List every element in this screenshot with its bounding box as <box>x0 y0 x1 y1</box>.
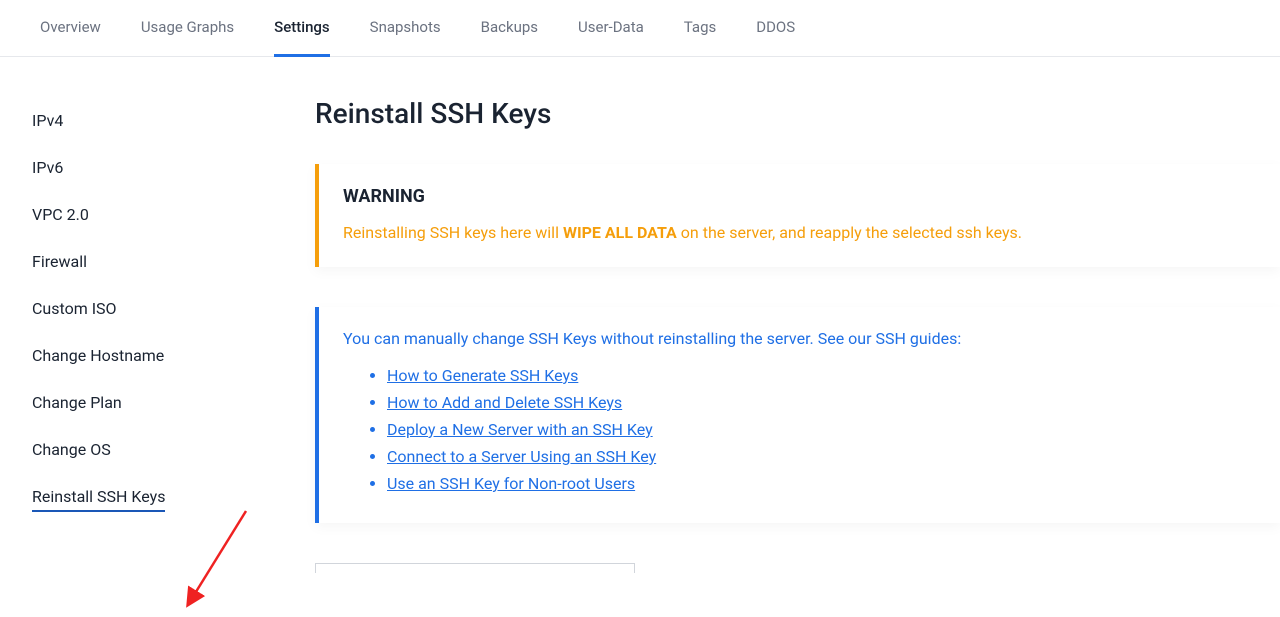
page-title: Reinstall SSH Keys <box>315 97 1280 130</box>
info-panel: You can manually change SSH Keys without… <box>315 307 1280 523</box>
sidebar-item-change-os[interactable]: Change OS <box>32 426 315 473</box>
warning-text: Reinstalling SSH keys here will WIPE ALL… <box>343 221 1256 245</box>
warning-panel: WARNING Reinstalling SSH keys here will … <box>315 164 1280 267</box>
sidebar-item-ipv4[interactable]: IPv4 <box>32 97 315 144</box>
tab-usage-graphs[interactable]: Usage Graphs <box>141 18 234 57</box>
link-ssh-key-non-root[interactable]: Use an SSH Key for Non-root Users <box>387 474 635 493</box>
link-add-delete-ssh-keys[interactable]: How to Add and Delete SSH Keys <box>387 393 622 412</box>
link-connect-server-ssh-key[interactable]: Connect to a Server Using an SSH Key <box>387 447 656 466</box>
main-content: Reinstall SSH Keys WARNING Reinstalling … <box>315 97 1280 573</box>
tab-snapshots[interactable]: Snapshots <box>370 18 441 57</box>
ssh-key-select[interactable] <box>315 563 635 573</box>
sidebar: IPv4 IPv6 VPC 2.0 Firewall Custom ISO Ch… <box>0 97 315 573</box>
sidebar-item-ipv6[interactable]: IPv6 <box>32 144 315 191</box>
tab-overview[interactable]: Overview <box>40 18 101 57</box>
sidebar-item-reinstall-ssh-keys[interactable]: Reinstall SSH Keys <box>32 473 315 520</box>
top-tabs: Overview Usage Graphs Settings Snapshots… <box>0 0 1280 57</box>
tab-ddos[interactable]: DDOS <box>756 18 795 57</box>
list-item: How to Generate SSH Keys <box>387 366 1256 385</box>
tab-backups[interactable]: Backups <box>481 18 538 57</box>
tab-tags[interactable]: Tags <box>684 18 716 57</box>
sidebar-item-vpc[interactable]: VPC 2.0 <box>32 191 315 238</box>
link-generate-ssh-keys[interactable]: How to Generate SSH Keys <box>387 366 578 385</box>
sidebar-item-custom-iso[interactable]: Custom ISO <box>32 285 315 332</box>
sidebar-item-firewall[interactable]: Firewall <box>32 238 315 285</box>
list-item: Deploy a New Server with an SSH Key <box>387 420 1256 439</box>
list-item: How to Add and Delete SSH Keys <box>387 393 1256 412</box>
ssh-guides-list: How to Generate SSH Keys How to Add and … <box>387 366 1256 493</box>
link-deploy-server-ssh-key[interactable]: Deploy a New Server with an SSH Key <box>387 420 653 439</box>
tab-settings[interactable]: Settings <box>274 18 330 57</box>
warning-title: WARNING <box>343 186 1256 207</box>
sidebar-item-change-plan[interactable]: Change Plan <box>32 379 315 426</box>
sidebar-item-change-hostname[interactable]: Change Hostname <box>32 332 315 379</box>
list-item: Connect to a Server Using an SSH Key <box>387 447 1256 466</box>
list-item: Use an SSH Key for Non-root Users <box>387 474 1256 493</box>
info-intro: You can manually change SSH Keys without… <box>343 329 1256 348</box>
tab-user-data[interactable]: User-Data <box>578 18 644 57</box>
